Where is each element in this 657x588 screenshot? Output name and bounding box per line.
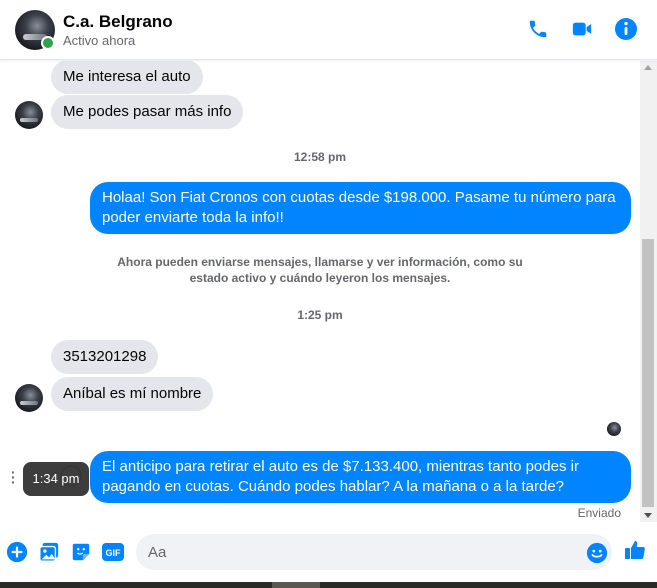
chat-header: C.a. Belgrano Activo ahora (0, 0, 657, 60)
contact-name[interactable]: C.a. Belgrano (63, 12, 173, 32)
window-bottom-edge (0, 582, 657, 588)
contact-avatar-small[interactable] (15, 101, 43, 129)
emoji-icon[interactable] (585, 541, 609, 565)
sticker-icon[interactable] (69, 540, 93, 564)
gif-label: GIF (106, 548, 122, 558)
info-icon[interactable] (613, 16, 639, 42)
more-options-icon[interactable]: · · · (11, 465, 17, 489)
seen-receipt-avatar (607, 422, 621, 436)
gif-icon[interactable]: GIF (101, 540, 125, 564)
contact-avatar-small[interactable] (15, 384, 43, 412)
plus-circle-icon[interactable] (5, 540, 29, 564)
scroll-down-arrow-icon[interactable] (644, 513, 652, 518)
message-input[interactable] (136, 534, 612, 570)
online-indicator (41, 36, 55, 50)
outgoing-message[interactable]: Holaa! Son Fiat Cronos con cuotas desde … (90, 182, 631, 234)
incoming-message[interactable]: Me podes pasar más info (51, 95, 244, 129)
message-composer: GIF (0, 522, 657, 582)
scroll-up-arrow-icon[interactable] (644, 65, 652, 70)
thumbs-up-icon[interactable] (623, 538, 647, 562)
thread-scrollbar[interactable] (640, 61, 657, 522)
phone-icon[interactable] (525, 16, 551, 42)
outgoing-message[interactable]: El anticipo para retirar el auto es de $… (90, 451, 631, 503)
message-timestamp: 12:58 pm (293, 150, 347, 164)
contact-status: Activo ahora (63, 33, 136, 48)
window-bottom-handle (272, 582, 320, 588)
incoming-message[interactable]: 3513201298 (51, 340, 159, 374)
photo-icon[interactable] (37, 540, 61, 564)
incoming-message[interactable]: Aníbal es mí nombre (51, 377, 214, 411)
delivery-status: Enviado (577, 506, 621, 520)
incoming-message[interactable]: Me interesa el auto (51, 61, 203, 94)
message-thread[interactable]: Me interesa el auto Me podes pasar más i… (0, 61, 640, 522)
message-timestamp: 1:25 pm (297, 308, 343, 322)
video-camera-icon[interactable] (569, 16, 595, 42)
time-tooltip: 1:34 pm (23, 462, 89, 496)
scrollbar-thumb[interactable] (642, 239, 654, 507)
system-notice: Ahora pueden enviarse mensajes, llamarse… (117, 255, 523, 285)
